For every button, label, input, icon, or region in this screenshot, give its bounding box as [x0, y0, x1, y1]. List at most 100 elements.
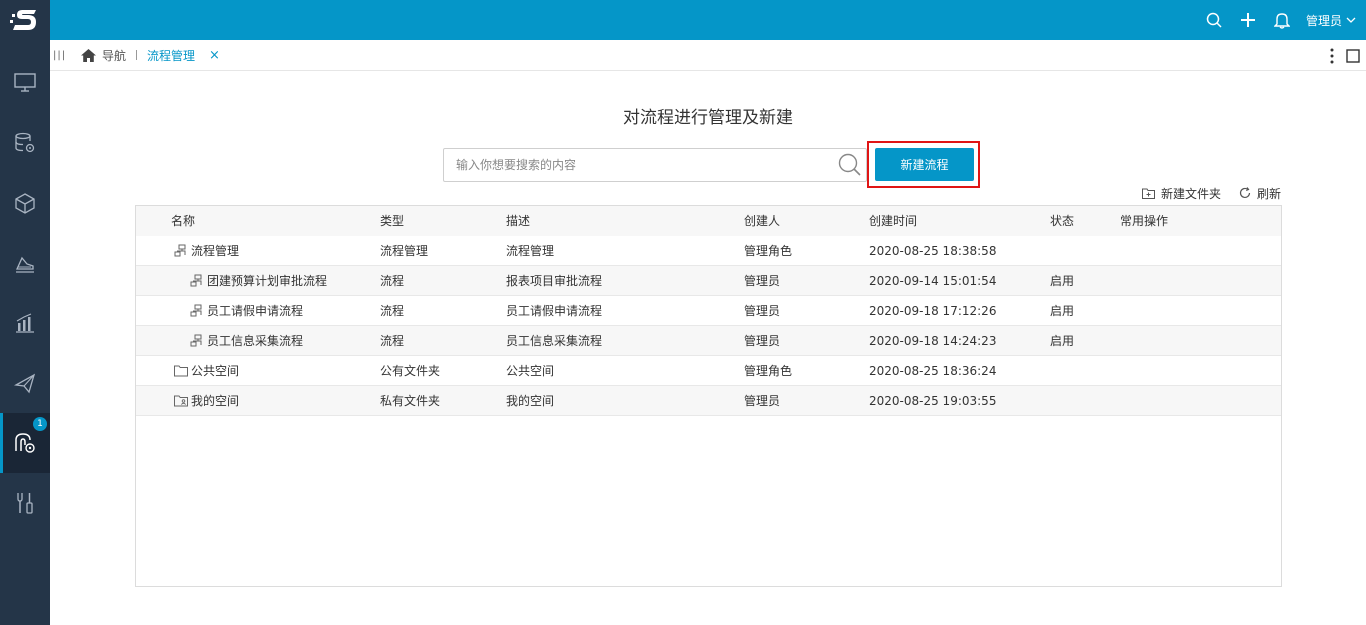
search-icon[interactable]	[838, 153, 862, 177]
column-header-description[interactable]: 描述	[506, 206, 530, 236]
row-creator: 管理角色	[744, 364, 793, 378]
column-header-creator[interactable]: 创建人	[744, 206, 780, 236]
table-row[interactable]: 我的空间 私有文件夹 我的空间 管理员 2020-08-25 19:03:55	[136, 386, 1281, 416]
sidebar-item-system[interactable]	[0, 473, 50, 533]
new-flow-button[interactable]: 新建流程	[875, 148, 974, 181]
search-box	[443, 148, 867, 182]
table-row[interactable]: 员工请假申请流程 流程 员工请假申请流程 管理员 2020-09-18 17:1…	[136, 296, 1281, 326]
row-name[interactable]: 流程管理	[191, 236, 239, 266]
row-status: 启用	[1050, 304, 1075, 318]
flow-icon	[190, 304, 202, 317]
row-created-time: 2020-08-25 18:36:24	[869, 364, 997, 378]
refresh-icon	[1239, 187, 1251, 199]
page-title: 对流程进行管理及新建	[623, 108, 793, 128]
send-icon	[14, 373, 36, 394]
tab-close-icon[interactable]: ×	[209, 48, 220, 63]
home-icon	[81, 48, 96, 62]
sidebar-item-dashboard[interactable]	[0, 53, 50, 113]
row-description: 员工信息采集流程	[506, 334, 603, 348]
refresh-button[interactable]: 刷新	[1239, 185, 1281, 202]
row-description: 员工请假申请流程	[506, 304, 603, 318]
workflow-table: 名称 类型 描述 创建人 创建时间 状态 常用操作 流程管理 流程管理 流程管理…	[135, 205, 1282, 587]
row-created-time: 2020-08-25 18:38:58	[869, 244, 997, 258]
table-row[interactable]: 员工信息采集流程 流程 员工信息采集流程 管理员 2020-09-18 14:2…	[136, 326, 1281, 356]
row-type: 流程	[380, 274, 405, 288]
workflow-gear-icon	[15, 433, 35, 453]
folder-plus-icon	[1141, 188, 1155, 199]
flow-folder-icon	[174, 244, 186, 257]
row-type: 流程	[380, 334, 405, 348]
table-header: 名称 类型 描述 创建人 创建时间 状态 常用操作	[136, 206, 1281, 236]
plus-icon[interactable]	[1238, 10, 1258, 30]
row-creator: 管理员	[744, 394, 781, 408]
sidebar-item-publish[interactable]	[0, 353, 50, 413]
row-name[interactable]: 员工信息采集流程	[207, 326, 303, 356]
table-row[interactable]: 流程管理 流程管理 流程管理 管理角色 2020-08-25 18:38:58	[136, 236, 1281, 266]
table-actions: 新建文件夹 刷新	[1141, 184, 1281, 202]
sidebar: 1	[0, 40, 50, 625]
column-header-name[interactable]: 名称	[171, 206, 195, 236]
sidebar-item-analysis[interactable]	[0, 233, 50, 293]
bell-icon[interactable]	[1272, 10, 1292, 30]
row-name[interactable]: 团建预算计划审批流程	[207, 266, 327, 296]
row-type: 公有文件夹	[380, 364, 441, 378]
sidebar-item-workflow[interactable]: 1	[0, 413, 50, 473]
new-folder-button[interactable]: 新建文件夹	[1141, 185, 1221, 202]
app-logo[interactable]	[0, 0, 50, 40]
row-created-time: 2020-09-18 14:24:23	[869, 334, 997, 348]
user-name: 管理员	[1305, 13, 1342, 28]
table-row[interactable]: 团建预算计划审批流程 流程 报表项目审批流程 管理员 2020-09-14 15…	[136, 266, 1281, 296]
row-created-time: 2020-08-25 19:03:55	[869, 394, 997, 408]
row-creator: 管理员	[744, 304, 781, 318]
table-row[interactable]: 公共空间 公有文件夹 公共空间 管理角色 2020-08-25 18:36:24	[136, 356, 1281, 386]
top-bar: 管理员	[0, 0, 1366, 40]
more-vertical-icon[interactable]	[1330, 48, 1334, 64]
row-type: 流程管理	[380, 244, 429, 258]
search-input[interactable]	[444, 149, 834, 181]
tools-icon	[17, 493, 33, 514]
row-creator: 管理员	[744, 274, 781, 288]
tab-home-label: 导航	[102, 48, 127, 63]
tab-home[interactable]: 导航	[81, 47, 126, 64]
database-gear-icon	[15, 132, 35, 153]
user-menu[interactable]: 管理员	[1306, 12, 1356, 29]
row-status: 启用	[1050, 274, 1075, 288]
chart-area-icon	[15, 256, 34, 273]
collapse-sidebar-icon[interactable]: |||	[53, 50, 73, 61]
tab-workflow-management[interactable]: 流程管理	[147, 47, 195, 64]
tab-bar: ||| 导航 流程管理 ×	[50, 40, 1366, 71]
row-created-time: 2020-09-18 17:12:26	[869, 304, 997, 318]
bar-chart-icon	[16, 313, 34, 333]
chevron-down-icon	[1346, 17, 1356, 23]
row-name[interactable]: 公共空间	[191, 356, 239, 386]
sidebar-item-report[interactable]	[0, 293, 50, 353]
row-name[interactable]: 员工请假申请流程	[207, 296, 303, 326]
monitor-icon	[14, 73, 36, 92]
refresh-label: 刷新	[1256, 186, 1281, 201]
folder-icon	[174, 365, 188, 377]
column-header-type[interactable]: 类型	[380, 206, 404, 236]
flow-icon	[190, 274, 202, 287]
fullscreen-icon[interactable]	[1346, 48, 1360, 63]
row-name[interactable]: 我的空间	[191, 386, 239, 416]
new-folder-label: 新建文件夹	[1160, 186, 1221, 201]
row-description: 流程管理	[506, 244, 555, 258]
notification-badge: 1	[33, 417, 47, 431]
column-header-created-time[interactable]: 创建时间	[869, 206, 917, 236]
row-description: 公共空间	[506, 364, 555, 378]
private-folder-icon	[174, 395, 188, 407]
sidebar-item-model[interactable]	[0, 173, 50, 233]
row-creator: 管理员	[744, 334, 781, 348]
row-description: 报表项目审批流程	[506, 274, 603, 288]
row-type: 流程	[380, 304, 405, 318]
column-header-actions: 常用操作	[1120, 214, 1169, 228]
row-description: 我的空间	[506, 394, 555, 408]
row-created-time: 2020-09-14 15:01:54	[869, 274, 997, 288]
row-creator: 管理角色	[744, 244, 793, 258]
cube-icon	[15, 193, 35, 214]
row-type: 私有文件夹	[380, 394, 441, 408]
column-header-status[interactable]: 状态	[1050, 206, 1074, 236]
tab-divider	[136, 50, 138, 60]
search-icon[interactable]	[1204, 10, 1224, 30]
sidebar-item-data-source[interactable]	[0, 113, 50, 173]
